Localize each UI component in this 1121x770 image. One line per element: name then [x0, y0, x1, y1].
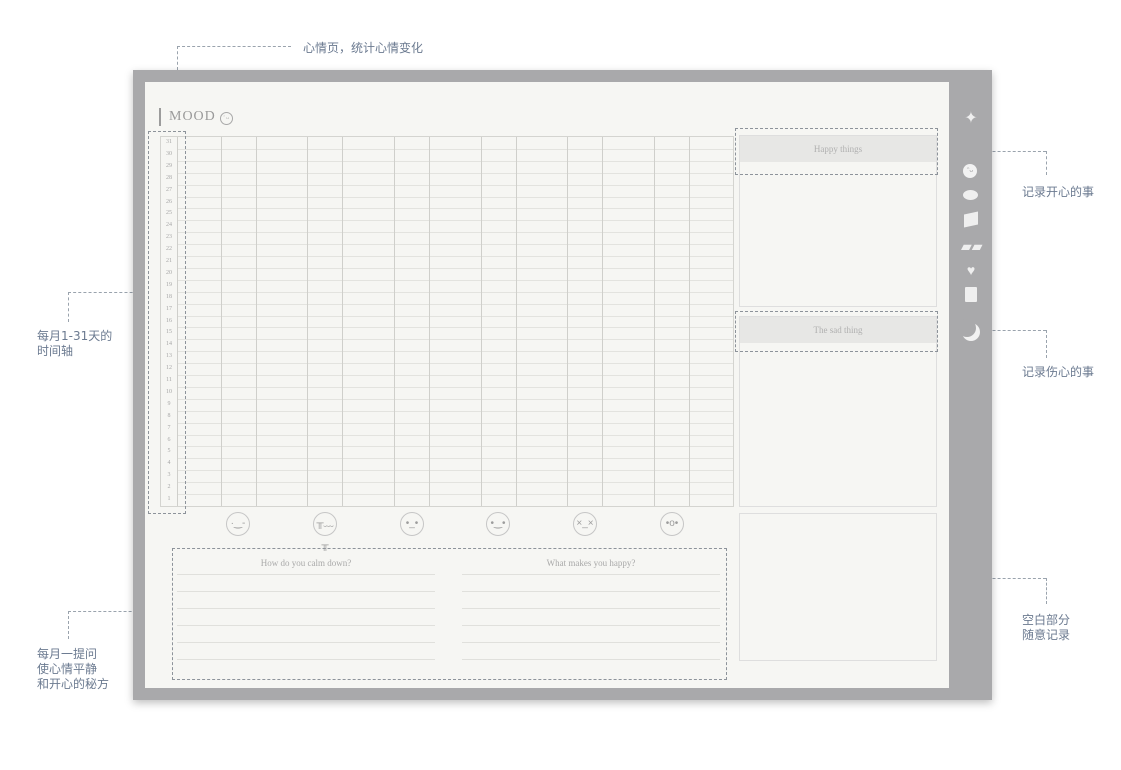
- blank-annotation: 空白部分 随意记录: [1022, 613, 1071, 642]
- grid-row-line: [177, 315, 733, 317]
- winking-face-icon: ·‿-: [226, 512, 250, 536]
- blank-notes-panel[interactable]: [739, 513, 937, 661]
- grid-column-line: [429, 137, 430, 506]
- neutral-face-icon: •_•: [400, 512, 424, 536]
- page-title: MOOD ᵔᴗ: [159, 108, 234, 126]
- answer-line: [462, 642, 720, 643]
- answer-line: [177, 608, 435, 609]
- grid-row-line: [177, 148, 733, 150]
- answer-line: [462, 659, 720, 660]
- sad-highlight: [735, 311, 938, 352]
- happy-annotation: 记录开心的事: [1022, 185, 1095, 199]
- question-calm-down[interactable]: How do you calm down?: [177, 558, 435, 668]
- question-makes-happy-title: What makes you happy?: [546, 558, 636, 568]
- grid-row-line: [177, 422, 733, 424]
- grid-column-line: [256, 137, 257, 506]
- grid-row-line: [177, 232, 733, 234]
- answer-line: [177, 642, 435, 643]
- smiley-face-icon: ᵔᴗ: [220, 112, 234, 125]
- grid-row-line: [177, 256, 733, 258]
- timeline-annotation: 每月1-31天的 时间轴: [37, 329, 113, 358]
- grid-row-line: [177, 220, 733, 222]
- moon-icon[interactable]: [958, 319, 980, 343]
- grid-column-line: [394, 137, 395, 506]
- grid-column-line: [602, 137, 603, 506]
- grid-row-line: [177, 339, 733, 341]
- grid-row-line: [177, 398, 733, 400]
- happy-highlight: [735, 128, 938, 175]
- mood-tracker-grid[interactable]: 31 30 29 28 27 26 25 24 23 22 21 20 19 18 17 16 15 14 13 12…: [160, 136, 734, 507]
- blank-leader-v: [1046, 578, 1047, 604]
- question-calm-down-title: How do you calm down?: [260, 558, 352, 568]
- happy-leader-v: [1046, 151, 1047, 175]
- answer-line: [462, 574, 720, 575]
- grid-row-line: [177, 410, 733, 412]
- sparkle-icon[interactable]: ✦: [961, 111, 981, 127]
- grid-row-line: [177, 184, 733, 186]
- answer-line: [177, 591, 435, 592]
- sad-annotation: 记录伤心的事: [1022, 365, 1095, 379]
- grid-row-line: [177, 351, 733, 353]
- answer-line: [177, 625, 435, 626]
- grid-row-line: [177, 434, 733, 436]
- crying-face-icon: ╥﹏╥: [313, 512, 337, 551]
- sad-leader-v: [1046, 330, 1047, 358]
- grid-row-line: [177, 375, 733, 377]
- calm-face-icon: •‿•: [486, 512, 510, 536]
- page-title-text: MOOD: [169, 109, 216, 124]
- grid-row-line: [177, 244, 733, 246]
- grid-row-line: [177, 458, 733, 460]
- sad-face-icon: ×_×: [573, 512, 597, 536]
- grid-row-line: [177, 267, 733, 269]
- mood-faces-row: ·‿- ╥﹏╥ •_• •‿• ×_× •o•: [160, 512, 732, 551]
- answer-line: [462, 591, 720, 592]
- answer-line: [177, 574, 435, 575]
- grid-column-line: [689, 137, 690, 506]
- grid-row-line: [177, 482, 733, 484]
- grid-column-line: [516, 137, 517, 506]
- surprised-face-icon: •o•: [660, 512, 684, 536]
- grid-row-line: [177, 291, 733, 293]
- questions-annotation: 每月一提问 使心情平静 和开心的秘方: [37, 647, 110, 691]
- grid-row-line: [177, 470, 733, 472]
- grid-row-line: [177, 446, 733, 448]
- grid-row-line: [177, 494, 733, 496]
- grid-column-line: [221, 137, 222, 506]
- grid-column-line: [654, 137, 655, 506]
- chat-bubble-icon[interactable]: [963, 190, 978, 200]
- questions-leader-v: [68, 611, 69, 639]
- grid-row-line: [177, 196, 733, 198]
- note-icon[interactable]: [965, 287, 977, 302]
- grid-row-line: [177, 172, 733, 174]
- mood-page-leader-h: [177, 46, 291, 47]
- grid-row-line: [177, 327, 733, 329]
- smiley-icon[interactable]: ᵔᴗ: [963, 164, 977, 178]
- grid-column-line: [342, 137, 343, 506]
- timeline-leader-v: [68, 292, 69, 322]
- grid-column-line: [307, 137, 308, 506]
- mood-page-annotation: 心情页，统计心情变化: [303, 41, 424, 55]
- grid-column-line: [567, 137, 568, 506]
- grid-row-line: [177, 363, 733, 365]
- grid-row-line: [177, 208, 733, 210]
- grid-row-line: [177, 279, 733, 281]
- mood-page-leader-v: [177, 46, 178, 70]
- question-makes-happy[interactable]: What makes you happy?: [462, 558, 720, 668]
- answer-line: [462, 625, 720, 626]
- answer-line: [177, 659, 435, 660]
- heart-icon[interactable]: ♥: [961, 262, 981, 278]
- grid-column-line: [481, 137, 482, 506]
- timeline-highlight: [148, 131, 186, 514]
- book-icon[interactable]: ▰▰: [961, 238, 983, 254]
- grid-row-line: [177, 160, 733, 162]
- grid-row-line: [177, 386, 733, 388]
- grid-row-line: [177, 303, 733, 305]
- answer-line: [462, 608, 720, 609]
